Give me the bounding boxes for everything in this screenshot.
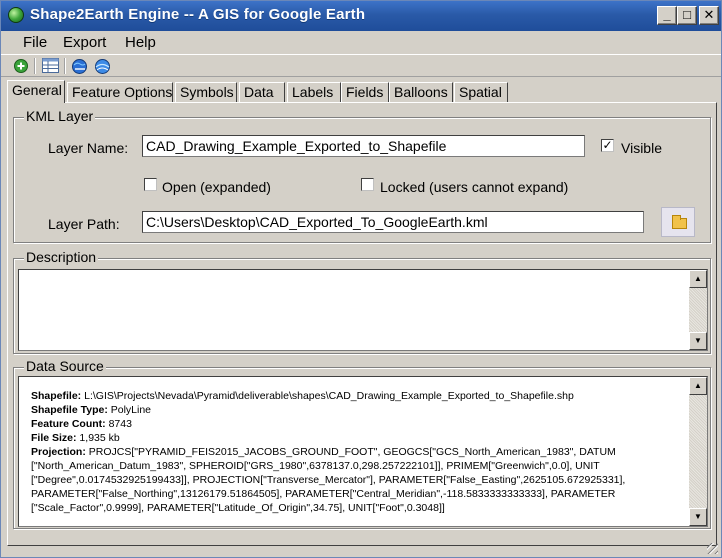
feature-count-value: 8743: [105, 418, 132, 430]
open-expanded-checkbox[interactable]: [144, 178, 157, 191]
menu-bar: File Export Help: [1, 31, 721, 53]
menu-help[interactable]: Help: [125, 34, 156, 51]
general-tab-panel: KML Layer Layer Name: CAD_Drawing_Exampl…: [7, 102, 717, 546]
feature-count-label: Feature Count:: [31, 418, 106, 430]
kml-layer-group: KML Layer Layer Name: CAD_Drawing_Exampl…: [13, 108, 711, 243]
tab-general[interactable]: General: [7, 80, 65, 103]
description-scrollbar[interactable]: ▲ ▼: [689, 270, 707, 350]
scroll-down-arrow-icon[interactable]: ▼: [689, 332, 707, 350]
add-icon[interactable]: [13, 58, 31, 74]
main-window: Shape2Earth Engine -- A GIS for Google E…: [0, 0, 722, 558]
tab-fields[interactable]: Fields: [341, 82, 389, 102]
data-source-scrollbar[interactable]: ▲ ▼: [689, 377, 707, 526]
tab-data[interactable]: Data: [239, 82, 285, 102]
tab-labels[interactable]: Labels: [287, 82, 341, 102]
globe-export-icon[interactable]: [71, 58, 89, 74]
tab-feature-options[interactable]: Feature Options: [67, 82, 173, 102]
file-size-label: File Size:: [31, 432, 77, 444]
toolbar-separator: [34, 58, 36, 74]
tab-balloons[interactable]: Balloons: [389, 82, 453, 102]
kml-layer-group-title: KML Layer: [24, 108, 96, 124]
layer-path-input[interactable]: C:\Users\Desktop\CAD_Exported_To_GoogleE…: [142, 211, 644, 233]
file-size-value: 1,935 kb: [76, 432, 120, 444]
layer-name-input[interactable]: CAD_Drawing_Example_Exported_to_Shapefil…: [142, 135, 585, 157]
data-source-group: Data Source Shapefile: L:\GIS\Projects\N…: [13, 358, 711, 529]
layer-path-label: Layer Path:: [48, 216, 120, 232]
resize-grip-icon[interactable]: [707, 543, 718, 554]
shapefile-value: L:\GIS\Projects\Nevada\Pyramid\deliverab…: [81, 390, 574, 402]
locked-label: Locked (users cannot expand): [380, 179, 569, 195]
table-icon[interactable]: [42, 58, 60, 74]
tab-spatial[interactable]: Spatial: [454, 82, 508, 102]
minimize-button[interactable]: _: [657, 6, 677, 25]
globe-view-icon[interactable]: [94, 58, 112, 74]
description-textarea[interactable]: ▲ ▼: [18, 269, 708, 351]
shapefile-type-label: Shapefile Type:: [31, 404, 108, 416]
window-title: Shape2Earth Engine -- A GIS for Google E…: [30, 6, 366, 23]
data-source-textarea[interactable]: Shapefile: L:\GIS\Projects\Nevada\Pyrami…: [18, 376, 708, 527]
toolbar-separator: [64, 58, 66, 74]
shapefile-type-value: PolyLine: [107, 404, 152, 416]
scroll-up-arrow-icon[interactable]: ▲: [689, 377, 707, 395]
scroll-down-arrow-icon[interactable]: ▼: [689, 508, 707, 526]
projection-value: PROJCS["PYRAMID_FEIS2015_JACOBS_GROUND_F…: [31, 446, 626, 514]
globe-icon: [8, 7, 24, 23]
data-source-group-title: Data Source: [24, 358, 106, 374]
visible-checkbox[interactable]: ✓: [601, 139, 614, 152]
layer-name-label: Layer Name:: [48, 140, 129, 156]
menu-export[interactable]: Export: [63, 34, 106, 51]
title-bar[interactable]: Shape2Earth Engine -- A GIS for Google E…: [1, 1, 721, 31]
shapefile-label: Shapefile:: [31, 390, 82, 402]
description-group: Description ▲ ▼: [13, 249, 711, 354]
folder-icon: [672, 215, 687, 229]
menu-file[interactable]: File: [23, 34, 47, 51]
data-source-text: Shapefile: L:\GIS\Projects\Nevada\Pyrami…: [31, 389, 691, 515]
projection-label: Projection:: [31, 446, 86, 458]
locked-checkbox[interactable]: [361, 178, 374, 191]
toolbar: [1, 54, 721, 77]
open-expanded-label: Open (expanded): [162, 179, 271, 195]
description-group-title: Description: [24, 249, 99, 265]
visible-label: Visible: [621, 140, 662, 156]
scroll-up-arrow-icon[interactable]: ▲: [689, 270, 707, 288]
close-button[interactable]: ✕: [699, 6, 719, 25]
tab-symbols[interactable]: Symbols: [175, 82, 237, 102]
browse-folder-button[interactable]: [661, 207, 695, 237]
maximize-button[interactable]: □: [677, 6, 697, 25]
